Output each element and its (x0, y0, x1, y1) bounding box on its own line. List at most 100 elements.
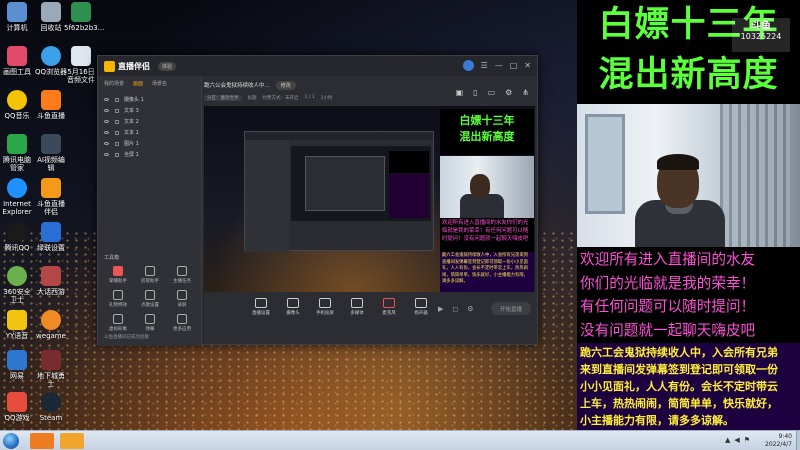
eye-icon[interactable] (104, 120, 109, 123)
record-icon (177, 290, 187, 300)
lock-icon[interactable] (115, 97, 119, 102)
show-desktop-button[interactable] (796, 431, 800, 450)
category-tag[interactable]: 分区：魔兽世界 (204, 94, 242, 101)
lock-icon[interactable] (115, 152, 119, 157)
recycle-bin-icon (41, 2, 61, 22)
preview-welcome-text: 欢迎所有进入直播间的水友你们的光临就是我的荣幸！有任何问题可以随时提问！没有问题… (440, 218, 534, 252)
clock[interactable]: 9:40 2022/4/7 (765, 433, 792, 449)
taskbar-douyu-app[interactable] (30, 433, 54, 449)
desktop-icon-settings[interactable]: 绿联设置 (34, 222, 68, 252)
tool-song-request[interactable]: 点歌设置 (134, 290, 166, 308)
desktop-icon-ie[interactable]: Internet Explorer (0, 178, 34, 216)
desktop-icon-recycle-bin[interactable]: 回收站 (34, 2, 68, 32)
desktop-icon-dnf[interactable]: 地下城勇士 (34, 350, 68, 388)
source-row[interactable]: 摄像头 1 (98, 94, 201, 105)
multimedia-button[interactable]: 多媒体 (346, 296, 368, 316)
layout-icon[interactable]: ▣ (456, 88, 464, 97)
start-button[interactable] (3, 433, 19, 449)
record-icon[interactable]: ▶ (438, 305, 443, 313)
paint-icon (7, 46, 27, 66)
desktop-icon-game[interactable]: 大话西游 (34, 266, 68, 296)
sources-panel: 我的场景 画面 场景名 摄像头 1 文本 3 文本 2 文本 1 图片 1 全屏… (98, 76, 202, 346)
lock-icon[interactable] (115, 141, 119, 146)
source-row[interactable]: 图片 1 (98, 138, 201, 149)
desktop-icon-audio[interactable]: 5月16日音频文件 (64, 46, 98, 84)
music-icon (7, 90, 27, 110)
app-version-badge[interactable]: 体验 (158, 61, 177, 71)
speaker-button[interactable]: 扬声器 (410, 296, 432, 316)
desktop-icon-qq-browser[interactable]: QQ浏览器 (34, 46, 68, 76)
desktop-icon-paint[interactable]: 画图工具 (0, 46, 34, 76)
source-row[interactable]: 全屏 1 (98, 149, 201, 160)
microphone-button[interactable]: 麦克风 (378, 296, 400, 316)
app-title: 直播伴侣 (118, 61, 150, 71)
desktop-icon-360[interactable]: 360安全卫士 (0, 266, 34, 304)
app-logo: 直播伴侣 (104, 60, 150, 72)
eye-icon[interactable] (104, 109, 109, 112)
desktop-icon-yy[interactable]: YY语音 (0, 310, 34, 340)
tool-more-apps[interactable]: 更多应用 (166, 314, 198, 332)
taskbar-companion-app[interactable] (60, 433, 84, 449)
desktop-icon-qq-music[interactable]: QQ音乐 (0, 90, 34, 120)
settings-gear-icon[interactable]: ⚙ (467, 305, 473, 313)
tool-danmaku[interactable]: 弹幕 (134, 314, 166, 332)
source-row[interactable]: 文本 2 (98, 116, 201, 127)
tool-screen-record[interactable]: 录屏 (166, 290, 198, 308)
share-icon[interactable]: ⋔ (522, 88, 529, 97)
tool-room-admin[interactable]: 房管助手 (134, 266, 166, 284)
source-row[interactable]: 文本 3 (98, 105, 201, 116)
desktop-icon-douyu[interactable]: 斗鱼直播 (34, 90, 68, 120)
portrait-icon[interactable]: ▯ (473, 88, 477, 97)
start-live-button[interactable]: 开始直播 (491, 302, 531, 315)
desktop-icon-netease[interactable]: 网易 (0, 350, 34, 380)
lock-icon[interactable] (115, 119, 119, 124)
landscape-icon[interactable]: ▭ (488, 88, 496, 97)
live-settings-button[interactable]: 直播设置 (250, 296, 272, 316)
eye-icon[interactable] (104, 131, 109, 134)
room-id: 10325224 (740, 32, 782, 41)
tool-avatar[interactable]: 虚拟形象 (102, 314, 134, 332)
eye-icon[interactable] (104, 142, 109, 145)
desktop-icon-video-edit[interactable]: AI视频编辑 (34, 134, 68, 172)
desktop-icon-qq-game[interactable]: QQ游戏 (0, 392, 34, 422)
desktop-icon-qq[interactable]: 腾讯QQ (0, 222, 34, 252)
network-icon[interactable]: ▲ (725, 436, 730, 444)
lock-icon[interactable] (115, 130, 119, 135)
stop-icon[interactable]: ◻ (452, 305, 458, 313)
lock-icon[interactable] (115, 108, 119, 113)
monitor-icon (255, 298, 267, 308)
tool-anchor-assistant[interactable]: 掌播助手 (102, 266, 134, 284)
desktop-icon-file[interactable]: 5f62b2b3... (64, 2, 104, 32)
desktop-icon-douyu-companion[interactable]: 斗鱼直播伴侣 (34, 178, 68, 216)
eye-icon[interactable] (104, 153, 109, 156)
tab-canvas[interactable]: 画面 (133, 80, 143, 87)
edit-title-button[interactable]: 修改 (275, 80, 296, 90)
flag-icon[interactable]: ⚑ (744, 436, 750, 444)
volume-icon[interactable]: ◀ (734, 436, 739, 444)
settings-icon[interactable]: ⚙ (505, 88, 512, 97)
tasks-icon (177, 266, 187, 276)
qq-penguin-icon (7, 222, 27, 242)
more-apps-icon (177, 314, 187, 324)
tab-my-scenes[interactable]: 我的场景 (104, 80, 124, 87)
tool-gift-effects[interactable]: 礼物特效 (102, 290, 134, 308)
desktop-icon-wegame[interactable]: wegame (34, 310, 68, 340)
close-icon[interactable]: ✕ (524, 61, 531, 70)
stream-preview[interactable]: 白嫖十三年 混出新高度 欢迎所有进入直播间的水友你们的光临就是我的荣幸！有任何问… (204, 106, 535, 292)
scene-tabs: 我的场景 画面 场景名 (98, 76, 201, 90)
source-row[interactable]: 文本 1 (98, 127, 201, 138)
phone-cast-button[interactable]: 手机投屏 (314, 296, 336, 316)
user-avatar[interactable] (462, 60, 474, 71)
camera-button[interactable]: 摄像头 (282, 296, 304, 316)
tab-scene-name[interactable]: 场景名 (152, 80, 167, 87)
network-icon (7, 350, 27, 370)
clock-time: 9:40 (778, 433, 792, 440)
menu-icon[interactable]: ☰ (481, 61, 488, 70)
tool-anchor-tasks[interactable]: 主播任务 (166, 266, 198, 284)
desktop-icon-computer[interactable]: 计算机 (0, 2, 34, 32)
eye-icon[interactable] (104, 98, 109, 101)
desktop-icon-steam[interactable]: Steam (34, 392, 68, 422)
minimize-icon[interactable]: — (495, 61, 503, 70)
desktop-icon-tencent-manager[interactable]: 腾讯电脑管家 (0, 134, 34, 172)
maximize-icon[interactable]: □ (510, 61, 518, 70)
